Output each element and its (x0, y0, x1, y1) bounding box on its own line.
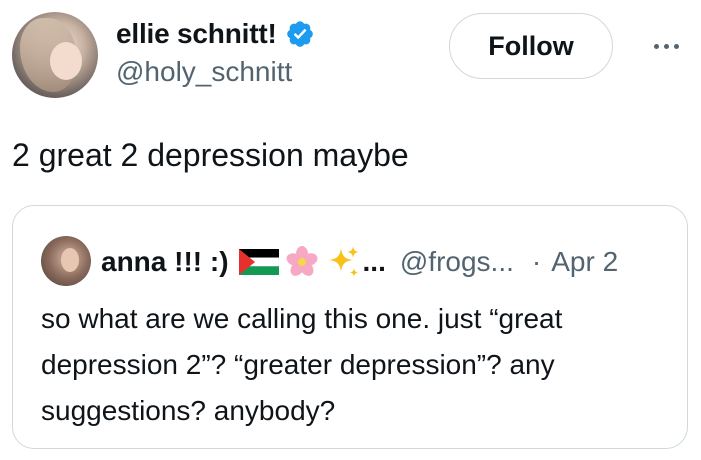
author-name-row: ellie schnitt! (116, 14, 315, 54)
quoted-tweet-card[interactable]: anna !!! :) ... @frogs... · Apr 2 so wha… (12, 205, 688, 449)
verified-badge-icon[interactable] (285, 19, 315, 49)
quoted-avatar-face-shape (61, 248, 79, 272)
palestine-flag-icon (238, 249, 279, 275)
quoted-tweet-date[interactable]: Apr 2 (551, 246, 618, 278)
follow-button[interactable]: Follow (449, 13, 613, 79)
avatar-face-shape (50, 42, 82, 80)
quoted-tweet-text: so what are we calling this one. just “g… (41, 303, 563, 426)
separator-dot: · (531, 246, 542, 277)
quoted-author-handle[interactable]: @frogs... (400, 246, 514, 278)
quoted-tweet-header: anna !!! :) ... @frogs... · Apr 2 (101, 240, 618, 284)
sparkles-icon (328, 246, 359, 277)
more-options-icon[interactable] (644, 32, 688, 60)
quoted-author-display-name[interactable]: anna !!! :) (101, 246, 229, 278)
author-avatar[interactable] (12, 12, 98, 98)
more-dot (663, 43, 669, 49)
author-handle[interactable]: @holy_schnitt (116, 56, 292, 88)
tweet-text: 2 great 2 depression maybe (12, 137, 409, 173)
more-dot (673, 43, 679, 49)
author-display-name[interactable]: ellie schnitt! (116, 18, 277, 50)
name-truncation-ellipsis: ... (362, 246, 386, 277)
cherry-blossom-icon (286, 246, 317, 276)
more-dot (653, 43, 659, 49)
quoted-author-avatar[interactable] (41, 236, 91, 286)
